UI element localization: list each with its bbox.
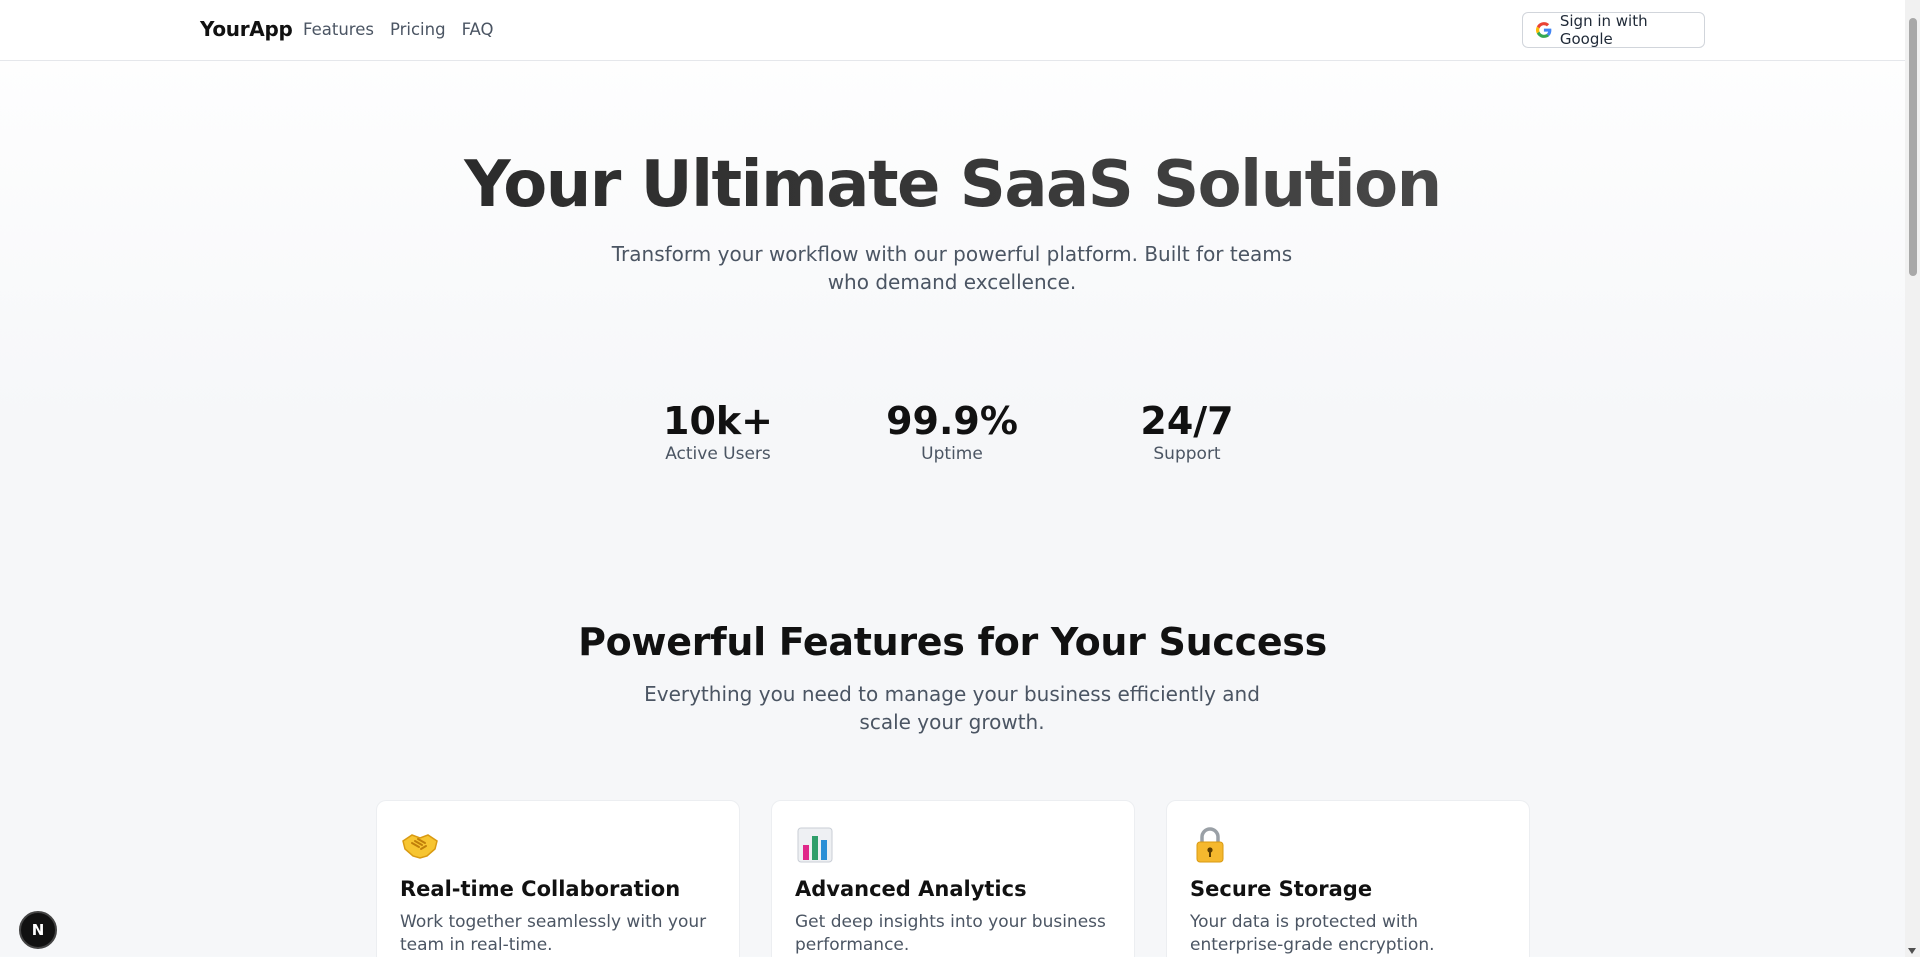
feature-card-title: Secure Storage (1190, 877, 1373, 901)
scroll-down-arrow-icon[interactable] (1908, 948, 1916, 954)
stat-uptime: 99.9% Uptime (852, 398, 1052, 464)
feature-card-description: Get deep insights into your business per… (795, 912, 1106, 955)
stat-support: 24/7 Support (1087, 398, 1287, 464)
hero-subtitle: Transform your workflow with our powerfu… (611, 242, 1293, 294)
vertical-scrollbar[interactable] (1905, 0, 1920, 957)
stat-label: Support (1153, 444, 1221, 464)
google-signin-button[interactable]: Sign in with Google (1522, 12, 1705, 48)
hero-title: Your Ultimate SaaS Solution (0, 148, 1905, 222)
stat-label: Active Users (665, 444, 771, 464)
nav-link-pricing[interactable]: Pricing (390, 20, 446, 39)
signin-label: Sign in with Google (1559, 12, 1648, 48)
stat-value: 10k+ (663, 399, 773, 443)
lock-icon (1196, 827, 1224, 863)
scrollbar-thumb[interactable] (1909, 18, 1917, 276)
stat-value: 24/7 (1140, 399, 1234, 443)
feature-card-title: Real-time Collaboration (400, 877, 681, 901)
stat-label: Uptime (921, 444, 983, 464)
main-nav: Features Pricing FAQ (303, 20, 494, 39)
stat-value: 99.9% (886, 399, 1018, 443)
feature-card-analytics: Advanced Analytics Get deep insights int… (771, 800, 1135, 957)
top-nav-bar: YourApp Features Pricing FAQ Sign in wit… (0, 0, 1905, 61)
google-icon (1536, 22, 1552, 38)
feature-card-description: Your data is protected with enterprise-g… (1190, 912, 1435, 955)
feature-card-title: Advanced Analytics (795, 877, 1027, 901)
nav-link-features[interactable]: Features (303, 20, 374, 39)
handshake-icon (402, 834, 438, 859)
stat-active-users: 10k+ Active Users (618, 398, 818, 464)
features-title: Powerful Features for Your Success (578, 620, 1327, 664)
nextjs-dev-badge[interactable]: N (19, 911, 57, 949)
features-subtitle: Everything you need to manage your busin… (644, 682, 1260, 734)
bar-chart-icon (797, 827, 833, 863)
feature-card-storage: Secure Storage Your data is protected wi… (1166, 800, 1530, 957)
feature-card-collaboration: Real-time Collaboration Work together se… (376, 800, 740, 957)
feature-card-description: Work together seamlessly with your team … (400, 912, 707, 955)
brand-logo[interactable]: YourApp (200, 17, 293, 41)
nav-link-faq[interactable]: FAQ (462, 20, 494, 39)
